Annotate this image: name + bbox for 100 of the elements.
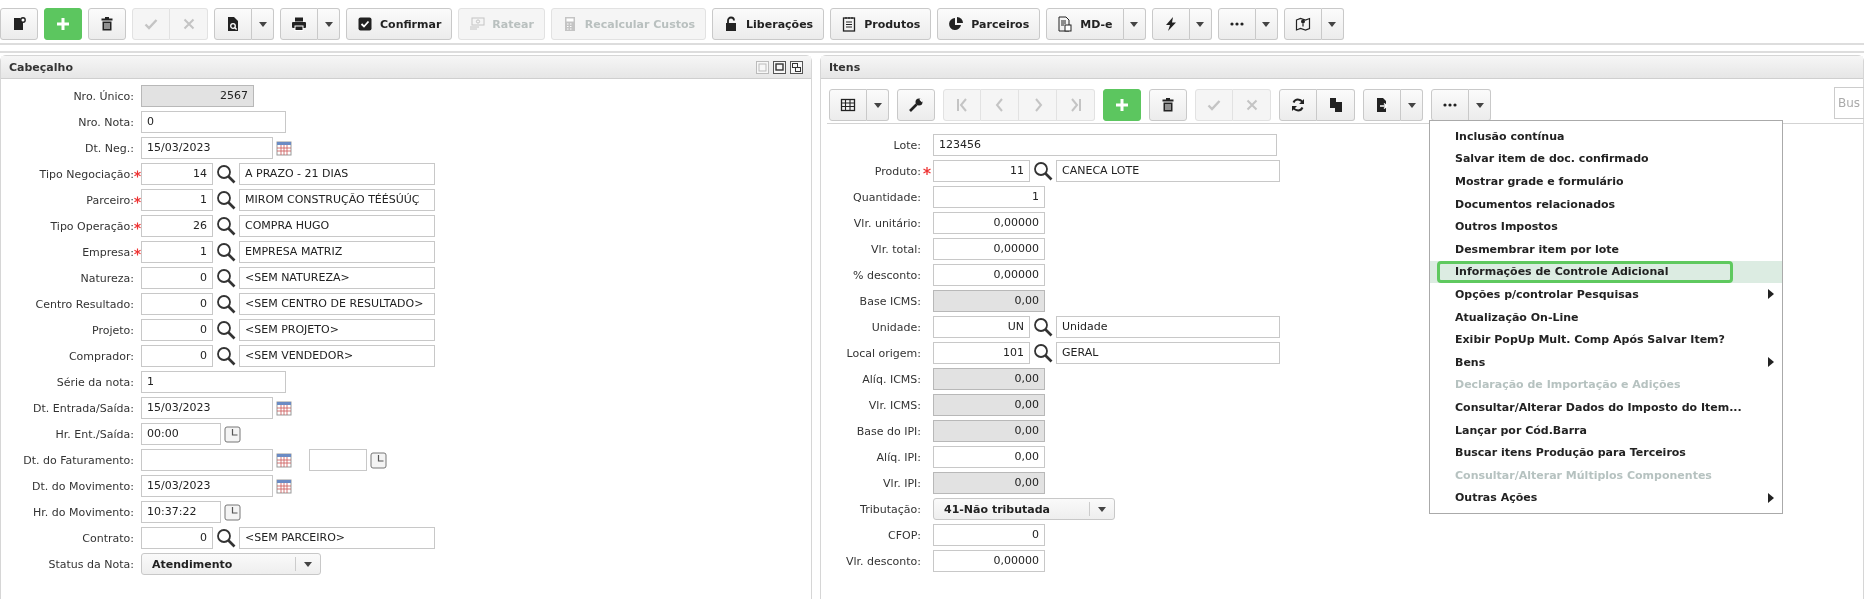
code-field[interactable]: 26	[141, 215, 213, 237]
menu-item[interactable]: Lançar por Cód.Barra	[1430, 418, 1782, 442]
search-icon[interactable]	[216, 346, 236, 366]
mde-button[interactable]: MD-e	[1046, 8, 1124, 40]
wrench-button[interactable]	[897, 89, 935, 121]
search-icon[interactable]	[216, 242, 236, 262]
menu-item[interactable]: Buscar itens Produção para Terceiros	[1430, 441, 1782, 464]
time-field[interactable]: 10:37:22	[141, 501, 221, 523]
dropdown-button[interactable]	[1255, 8, 1278, 40]
dropdown-button[interactable]	[1469, 89, 1491, 121]
input-field[interactable]: 0,00000	[933, 238, 1045, 260]
menu-item[interactable]: Salvar item de doc. confirmado	[1430, 147, 1782, 171]
dropdown-button[interactable]	[1189, 8, 1212, 40]
search-icon[interactable]	[1033, 343, 1053, 363]
lightning-button[interactable]	[1151, 8, 1190, 40]
toolbar-button[interactable]: Parceiros	[937, 8, 1041, 40]
input-field[interactable]: 1	[141, 371, 286, 393]
toolbar-button[interactable]: Liberações	[712, 8, 825, 40]
dropdown-button[interactable]	[1123, 8, 1146, 40]
maximize-window-icon[interactable]	[773, 60, 786, 74]
code-field[interactable]: 101	[933, 342, 1030, 364]
calendar-icon[interactable]	[276, 452, 292, 468]
split-window-icon[interactable]	[790, 60, 803, 74]
input-field[interactable]: 2567	[141, 85, 254, 107]
document-button[interactable]	[0, 8, 38, 40]
search-icon[interactable]	[216, 164, 236, 184]
clock-icon[interactable]	[224, 425, 241, 443]
search-icon[interactable]	[216, 320, 236, 340]
menu-item[interactable]: Informações de Controle Adicional	[1430, 260, 1782, 284]
trash-button[interactable]	[88, 8, 126, 40]
input-field[interactable]: 0,00	[933, 472, 1045, 494]
refresh-button[interactable]	[1279, 89, 1317, 121]
input-field[interactable]: 0	[141, 111, 286, 133]
search-icon[interactable]	[216, 294, 236, 314]
search-icon[interactable]	[216, 268, 236, 288]
date-field[interactable]: 15/03/2023	[141, 397, 273, 419]
date-field[interactable]: 15/03/2023	[141, 137, 273, 159]
code-field[interactable]: 14	[141, 163, 213, 185]
toolbar-button[interactable]: Produtos	[830, 8, 932, 40]
menu-item[interactable]: Mostrar grade e formulário	[1430, 170, 1782, 193]
menu-item[interactable]: Atualização On-Line	[1430, 305, 1782, 329]
input-field[interactable]: 123456	[933, 134, 1277, 156]
menu-item[interactable]: Outras Ações	[1430, 486, 1782, 510]
code-field[interactable]: 11	[933, 160, 1030, 182]
menu-item[interactable]: Bens	[1430, 350, 1782, 374]
code-field[interactable]: 0	[141, 293, 213, 315]
clock-icon[interactable]	[224, 503, 241, 521]
toolbar-button[interactable]: Confirmar	[346, 8, 453, 40]
dropdown-button[interactable]	[1321, 8, 1344, 40]
dropdown-button[interactable]	[1401, 89, 1423, 121]
menu-item[interactable]: Outros Impostos	[1430, 215, 1782, 238]
search-document-button[interactable]	[214, 8, 252, 40]
code-field[interactable]: 1	[141, 189, 213, 211]
search-icon[interactable]	[1033, 161, 1053, 181]
export-button[interactable]	[1363, 89, 1401, 121]
menu-item[interactable]: Inclusão contínua	[1430, 125, 1782, 148]
clock-icon[interactable]	[370, 451, 387, 469]
menu-item[interactable]: Opções p/controlar Pesquisas	[1430, 283, 1782, 306]
input-field[interactable]: 0	[933, 524, 1045, 546]
time-field[interactable]	[309, 449, 367, 471]
input-field[interactable]: 0,00000	[933, 550, 1045, 572]
code-field[interactable]: 0	[141, 267, 213, 289]
grid-button[interactable]	[829, 89, 867, 121]
select-field[interactable]: 41-Não tributada	[933, 498, 1115, 520]
copy-button[interactable]	[1317, 89, 1355, 121]
code-field[interactable]: 0	[141, 319, 213, 341]
calendar-icon[interactable]	[276, 400, 292, 416]
map-button[interactable]	[1283, 8, 1322, 40]
menu-item[interactable]: Exibir PopUp Mult. Comp Após Salvar Item?	[1430, 328, 1782, 351]
input-field[interactable]: 0,00000	[933, 264, 1045, 286]
search-icon[interactable]	[216, 528, 236, 548]
select-field[interactable]: Atendimento	[141, 553, 321, 575]
code-field[interactable]: 1	[141, 241, 213, 263]
menu-item[interactable]: Documentos relacionados	[1430, 192, 1782, 216]
input-field[interactable]: 1	[933, 186, 1045, 208]
time-field[interactable]: 00:00	[141, 423, 221, 445]
calendar-icon[interactable]	[276, 140, 292, 156]
menu-item[interactable]: Desmembrar item por lote	[1430, 237, 1782, 261]
code-field[interactable]: 0	[141, 527, 213, 549]
calendar-icon[interactable]	[276, 478, 292, 494]
input-field[interactable]: 0,00	[933, 446, 1045, 468]
dropdown-button[interactable]	[252, 8, 274, 40]
date-field[interactable]: 15/03/2023	[141, 475, 273, 497]
input-field[interactable]: 0,00	[933, 420, 1045, 442]
trash-button[interactable]	[1149, 89, 1187, 121]
code-field[interactable]: 0	[141, 345, 213, 367]
input-field[interactable]: 0,00	[933, 290, 1045, 312]
code-field[interactable]: UN	[933, 316, 1030, 338]
dropdown-button[interactable]	[867, 89, 889, 121]
input-field[interactable]: 0,00	[933, 368, 1045, 390]
input-field[interactable]: 0,00	[933, 394, 1045, 416]
input-field[interactable]: 0,00000	[933, 212, 1045, 234]
field-label: Empresa:	[81, 245, 134, 259]
date-field[interactable]	[141, 449, 273, 471]
dropdown-button[interactable]	[318, 8, 340, 40]
printer-button[interactable]	[280, 8, 318, 40]
search-icon[interactable]	[216, 216, 236, 236]
menu-item[interactable]: Consultar/Alterar Dados do Imposto do Item...	[1430, 396, 1782, 419]
search-icon[interactable]	[216, 190, 236, 210]
search-icon[interactable]	[1033, 317, 1053, 337]
